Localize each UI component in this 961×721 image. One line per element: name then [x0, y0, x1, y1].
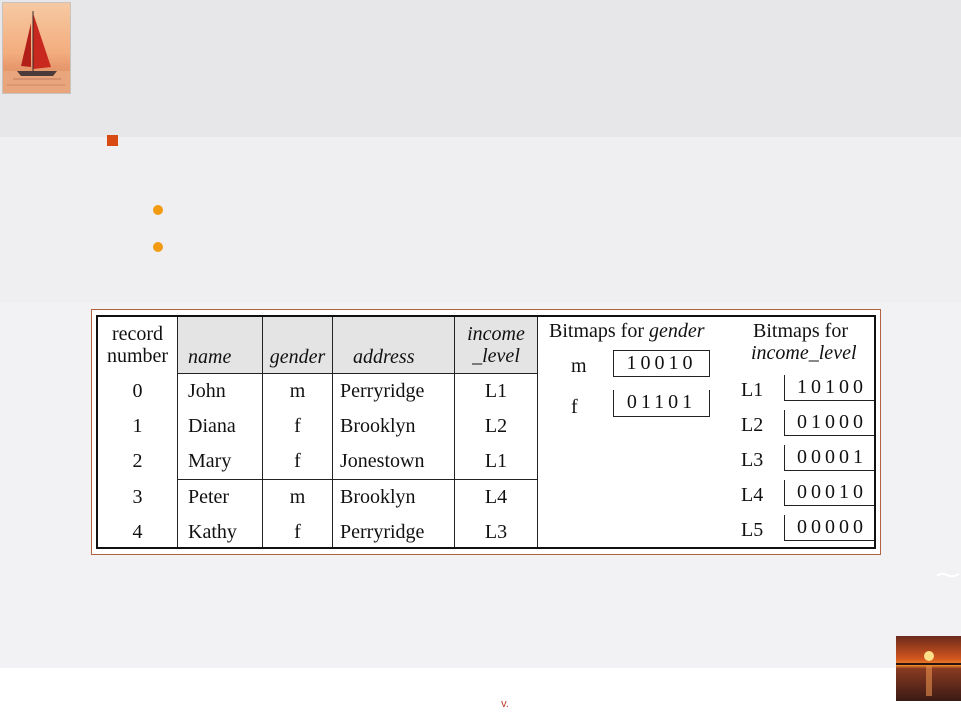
income-bitmaps-title-line2: income_level: [751, 342, 857, 364]
income-bitmap-value: 00010: [784, 480, 874, 506]
table-row: 3 Peter m Brooklyn L4: [98, 479, 538, 515]
income-bitmaps-title-line1: Bitmaps for: [753, 320, 848, 342]
income-bitmap-label: L4: [741, 484, 764, 506]
header-address: address: [332, 317, 455, 374]
income-bitmap-label: L5: [741, 519, 764, 541]
cell-income-level: L2: [454, 409, 538, 444]
gender-bitmap-value: 10010: [613, 350, 710, 377]
figure-inner-border: record number name gender address income…: [96, 315, 876, 549]
gender-bitmap-label: f: [571, 396, 578, 418]
wave-icon: [936, 572, 960, 578]
sunset-logo-image: [896, 636, 961, 701]
income-bitmap-label: L2: [741, 414, 764, 436]
income-bitmap-label: L3: [741, 449, 764, 471]
cell-gender: f: [262, 515, 333, 547]
cell-income-level: L4: [454, 479, 538, 515]
header-gender: gender: [262, 317, 333, 374]
income-bitmap-value: 10100: [784, 375, 874, 401]
cell-record: 4: [98, 515, 178, 547]
cell-record: 3: [98, 479, 178, 515]
table-header-row: record number name gender address income…: [98, 317, 538, 374]
table-row: 2 Mary f Jonestown L1: [98, 444, 538, 480]
gender-bitmaps-title-prefix: Bitmaps for: [549, 320, 649, 342]
income-bitmap-value: 01000: [784, 410, 874, 436]
income-bitmap-label: L1: [741, 379, 764, 401]
header-income-line2: _level: [472, 345, 520, 367]
gender-bitmap-value: 01101: [613, 390, 710, 417]
header-record-line2: number: [106, 345, 169, 368]
bitmap-index-figure: record number name gender address income…: [91, 309, 881, 555]
header-income-level: income _level: [454, 317, 538, 374]
cell-name: Mary: [177, 444, 263, 480]
cell-income-level: L1: [454, 444, 538, 480]
cell-name: Kathy: [177, 515, 263, 547]
cell-gender: f: [262, 444, 333, 480]
cell-name: Peter: [177, 479, 263, 515]
cell-gender: m: [262, 479, 333, 515]
table-row: 1 Diana f Brooklyn L2: [98, 409, 538, 444]
footer-mark: v.: [501, 698, 509, 710]
cell-income-level: L3: [454, 515, 538, 547]
gender-bitmaps-title: Bitmaps for gender: [549, 320, 705, 343]
cell-address: Perryridge: [332, 373, 455, 409]
cell-record: 2: [98, 444, 178, 480]
income-bitmap-value: 00001: [784, 445, 874, 471]
header-record-number: record number: [98, 317, 178, 374]
cell-address: Brooklyn: [332, 479, 455, 515]
cell-address: Jonestown: [332, 444, 455, 480]
bullet-band: [0, 137, 961, 303]
gender-bitmap-label: m: [571, 355, 587, 377]
income-bitmap-value: 00000: [784, 515, 874, 541]
header-band: [0, 0, 961, 137]
bullet-dot-icon: [153, 205, 163, 215]
table-row: 0 John m Perryridge L1: [98, 373, 538, 409]
cell-name: John: [177, 373, 263, 409]
table-row: 4 Kathy f Perryridge L3: [98, 515, 538, 547]
cell-name: Diana: [177, 409, 263, 444]
cell-record: 0: [98, 373, 178, 409]
cell-address: Brooklyn: [332, 409, 455, 444]
sailboat-logo-image: [2, 2, 71, 94]
bullet-dot-icon: [153, 242, 163, 252]
record-table: record number name gender address income…: [98, 317, 538, 547]
cell-income-level: L1: [454, 373, 538, 409]
cell-address: Perryridge: [332, 515, 455, 547]
header-name: name: [177, 317, 263, 374]
cell-gender: f: [262, 409, 333, 444]
gender-bitmaps-title-field: gender: [649, 320, 705, 342]
bullet-square-icon: [107, 135, 118, 146]
cell-record: 1: [98, 409, 178, 444]
header-record-line1: record: [111, 323, 164, 346]
header-income-line1: income: [467, 323, 525, 345]
cell-gender: m: [262, 373, 333, 409]
